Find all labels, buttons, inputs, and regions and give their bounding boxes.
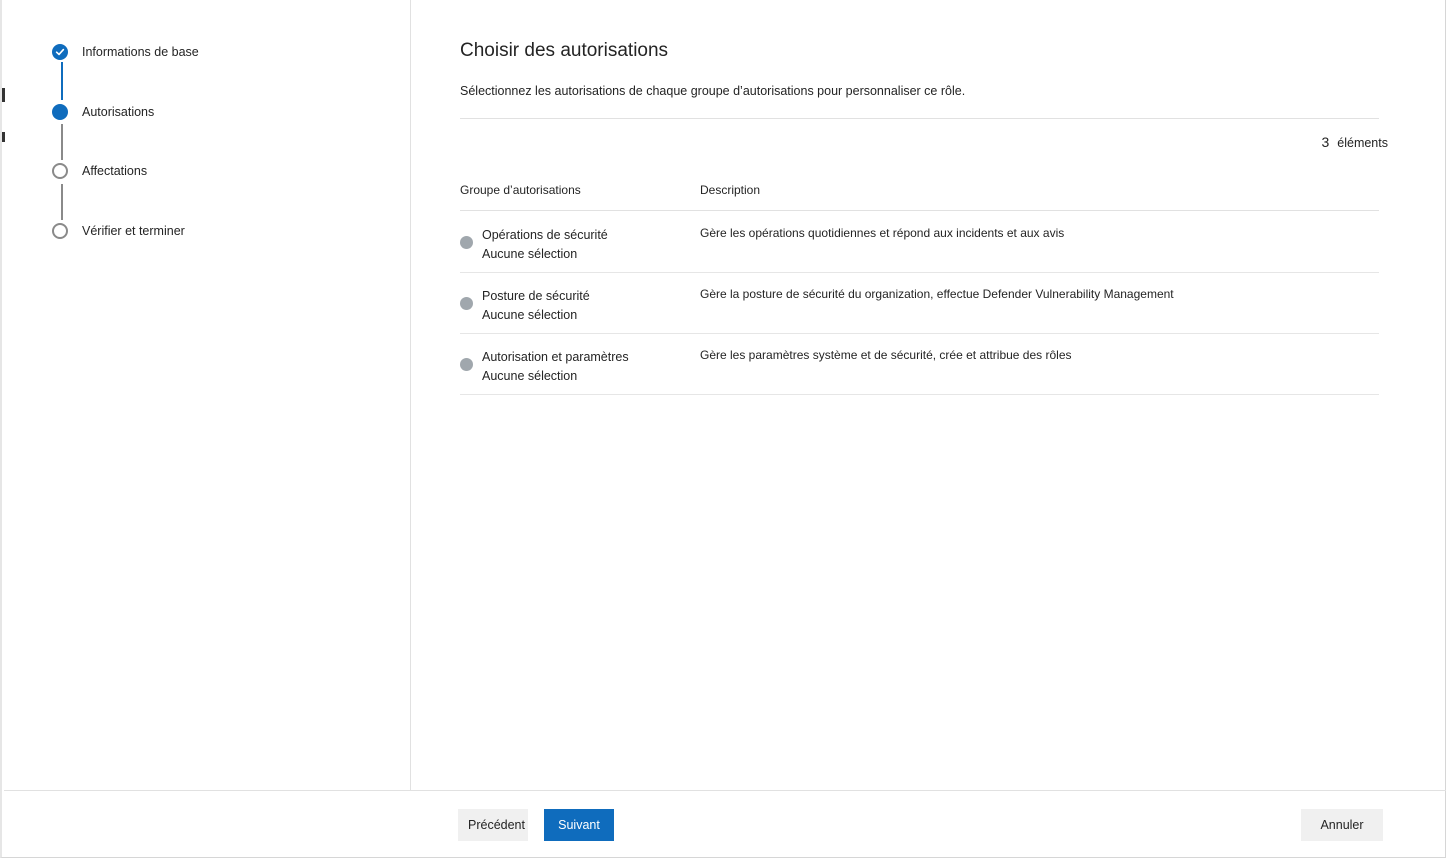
row-selection-status: Aucune sélection xyxy=(482,308,578,322)
row-selection-status: Aucune sélection xyxy=(482,247,578,261)
step-informations-de-base[interactable]: Informations de base xyxy=(52,44,199,60)
row-description: Gère la posture de sécurité du organizat… xyxy=(700,287,1174,301)
row-group-name: Autorisation et paramètres xyxy=(482,350,629,364)
row-group-name: Opérations de sécurité xyxy=(482,228,608,242)
row-group-name: Posture de sécurité xyxy=(482,289,590,303)
item-count: 3 éléments xyxy=(1321,134,1388,150)
row-description: Gère les opérations quotidiennes et répo… xyxy=(700,226,1065,240)
footer-bar: Précédent Suivant Annuler xyxy=(4,790,1446,858)
page-subtitle: Sélectionnez les autorisations de chaque… xyxy=(460,84,966,98)
divider xyxy=(460,118,1379,119)
empty-circle-icon xyxy=(52,223,68,239)
checkmark-icon xyxy=(52,44,68,60)
filled-circle-icon xyxy=(52,104,68,120)
status-dot-icon xyxy=(460,297,473,310)
step-label: Vérifier et terminer xyxy=(82,224,185,238)
table-row[interactable]: Opérations de sécurité Aucune sélection … xyxy=(460,211,1379,273)
step-connector xyxy=(61,124,63,160)
empty-circle-icon xyxy=(52,163,68,179)
row-selection-status: Aucune sélection xyxy=(482,369,578,383)
wizard-steps-panel: Informations de base Autorisations Affec… xyxy=(4,0,411,790)
previous-button[interactable]: Précédent xyxy=(458,809,528,841)
status-dot-icon xyxy=(460,236,473,249)
row-description: Gère les paramètres système et de sécuri… xyxy=(700,348,1072,362)
step-verifier-et-terminer[interactable]: Vérifier et terminer xyxy=(52,223,185,239)
step-connector xyxy=(61,184,63,220)
step-label: Autorisations xyxy=(82,105,155,119)
step-affectations[interactable]: Affectations xyxy=(52,163,147,179)
step-connector xyxy=(61,62,63,100)
table-row[interactable]: Posture de sécurité Aucune sélection Gèr… xyxy=(460,272,1379,334)
page-title: Choisir des autorisations xyxy=(460,40,669,61)
column-header-group[interactable]: Groupe d’autorisations xyxy=(460,183,581,197)
cancel-button[interactable]: Annuler xyxy=(1301,809,1383,841)
step-autorisations[interactable]: Autorisations xyxy=(52,104,154,120)
item-count-number: 3 xyxy=(1321,134,1330,150)
column-header-description[interactable]: Description xyxy=(700,183,760,197)
step-label: Informations de base xyxy=(82,45,199,59)
step-label: Affectations xyxy=(82,164,148,178)
status-dot-icon xyxy=(460,358,473,371)
next-button[interactable]: Suivant xyxy=(544,809,614,841)
table-row[interactable]: Autorisation et paramètres Aucune sélect… xyxy=(460,333,1379,395)
wizard-dialog: Informations de base Autorisations Affec… xyxy=(0,0,1446,858)
item-count-label: éléments xyxy=(1337,136,1388,150)
